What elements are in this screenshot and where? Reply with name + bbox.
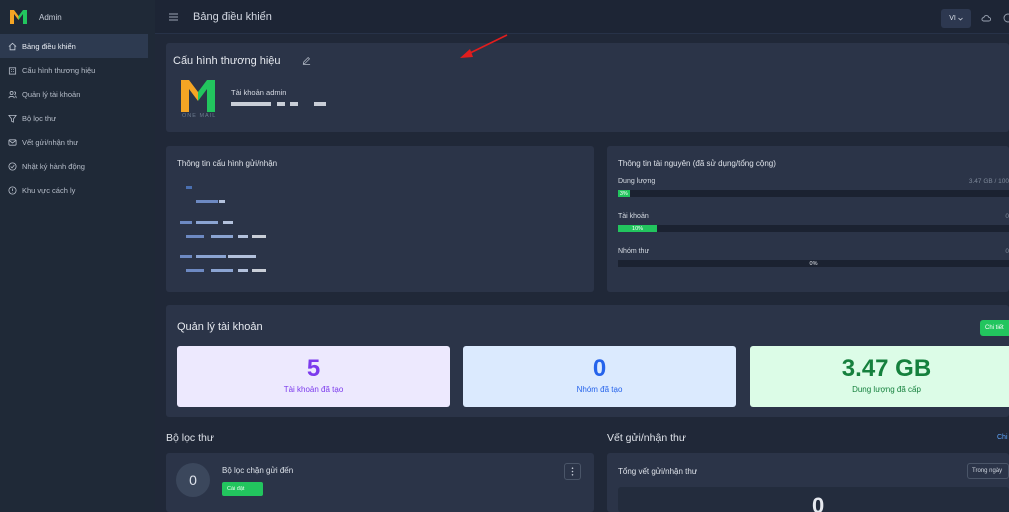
activity-icon	[8, 161, 17, 171]
stat-value: 5	[306, 355, 321, 382]
language-select[interactable]: VI	[941, 9, 971, 28]
sidebar-item-dashboard[interactable]: Bảng điều khiển	[0, 34, 148, 58]
resource-info-title: Thông tin tài nguyên (đã sử dụng/tổng cộ…	[618, 159, 776, 168]
user-icon[interactable]	[1003, 13, 1009, 23]
mail-trace-card: Tổng vết gửi/nhận thư Trong ngày 0	[607, 453, 1009, 512]
sidebar-item-label: Cấu hình thương hiệu	[22, 65, 96, 75]
sidebar-item-label: Nhật ký hành động	[22, 161, 85, 171]
groups-label: Nhóm thư	[618, 248, 650, 255]
mail-icon	[8, 138, 17, 146]
users-icon	[8, 90, 17, 98]
stat-accounts-created: 5 Tài khoản đã tạo	[177, 346, 450, 407]
mail-filter-heading: Bộ lọc thư	[166, 432, 214, 444]
groups-value: 0	[1005, 248, 1009, 255]
accounts-progress-bar: 10%	[618, 225, 1009, 232]
storage-value: 3.47 GB / 100	[968, 178, 1009, 185]
chevron-down-icon	[958, 17, 963, 20]
brand-config-card: Cấu hình thương hiệu ONE MAIL Tài khoản …	[166, 43, 1009, 132]
sidebar-item-mail-trace[interactable]: Vết gửi/nhận thư	[0, 130, 155, 154]
shield-icon	[8, 185, 17, 195]
sidebar-item-brand-config[interactable]: Cấu hình thương hiệu	[0, 58, 155, 82]
stat-label: Tài khoản đã tạo	[283, 385, 344, 394]
stat-label: Nhóm đã tạo	[576, 385, 623, 394]
mail-trace-total-panel: 0	[618, 487, 1009, 512]
account-management-card: Quản lý tài khoản Chi tiết 5 Tài khoản đ…	[166, 305, 1009, 417]
admin-account-label: Tài khoản admin	[231, 88, 287, 97]
sidebar-item-label: Vết gửi/nhận thư	[22, 137, 79, 147]
mail-trace-detail-link[interactable]: Chi	[997, 434, 1008, 441]
language-value: VI	[949, 15, 956, 22]
mail-trace-total-value: 0	[812, 493, 825, 512]
building-icon	[8, 66, 17, 75]
stat-storage-allocated: 3.47 GB Dung lượng đã cấp	[750, 346, 1009, 407]
more-options-button[interactable]	[564, 463, 581, 480]
annotation-arrow	[460, 34, 508, 58]
logo-caption: ONE MAIL	[182, 113, 217, 119]
mail-filter-card: 0 Bộ lọc chặn gửi đến Cài đặt	[166, 453, 594, 512]
cloud-icon[interactable]	[981, 13, 991, 23]
storage-progress-label: 3%	[619, 190, 628, 197]
storage-progress-bar: 3%	[618, 190, 1009, 197]
accounts-value: 0	[1005, 213, 1009, 220]
onemail-logo	[181, 80, 215, 112]
config-info-card: Thông tin cấu hình gửi/nhận	[166, 146, 594, 292]
groups-progress-label: 0%	[809, 260, 818, 267]
sidebar-item-label: Bộ lọc thư	[22, 113, 57, 123]
brand-config-title: Cấu hình thương hiệu	[173, 55, 281, 67]
resource-info-card: Thông tin tài nguyên (đã sử dụng/tổng cộ…	[607, 146, 1009, 292]
account-management-title: Quản lý tài khoản	[177, 321, 263, 333]
filter-count-badge: 0	[176, 463, 210, 497]
stat-value: 0	[592, 355, 607, 382]
config-info-title: Thông tin cấu hình gửi/nhận	[177, 159, 278, 168]
stat-label: Dung lượng đã cấp	[852, 385, 921, 394]
period-select[interactable]: Trong ngày	[967, 463, 1009, 479]
filter-name: Bộ lọc chặn gửi đến	[222, 466, 294, 475]
filter-icon	[8, 114, 17, 123]
mail-trace-heading: Vết gửi/nhận thư	[607, 432, 686, 444]
main-content: Bảng điều khiển VI Cấu hình thương hiệu …	[155, 0, 1009, 512]
sidebar-item-label: Quản lý tài khoản	[22, 89, 81, 99]
accounts-label: Tài khoản	[618, 213, 649, 220]
storage-label: Dung lượng	[618, 178, 656, 185]
sidebar: Admin Bảng điều khiển Cấu hình thương hi…	[0, 0, 155, 512]
menu-toggle-button[interactable]	[167, 11, 179, 23]
stat-value: 3.47 GB	[841, 355, 932, 382]
detail-button[interactable]: Chi tiết	[980, 320, 1009, 336]
brand-label: Admin	[39, 12, 62, 22]
onemail-logo-icon	[10, 10, 27, 24]
stat-groups-created: 0 Nhóm đã tạo	[463, 346, 736, 407]
accounts-progress-label: 10%	[632, 225, 644, 232]
sidebar-nav: Bảng điều khiển Cấu hình thương hiệu Quả…	[0, 34, 155, 202]
storage-progress-fill: 3%	[618, 190, 630, 197]
edit-icon[interactable]	[302, 56, 311, 65]
groups-progress-bar: 0%	[618, 260, 1009, 267]
sidebar-item-label: Khu vực cách ly	[22, 185, 76, 195]
topbar: Bảng điều khiển VI	[155, 0, 1009, 34]
accounts-progress-fill: 10%	[618, 225, 658, 232]
home-icon	[8, 42, 17, 50]
filter-settings-button[interactable]: Cài đặt	[222, 482, 263, 496]
sidebar-item-account-management[interactable]: Quản lý tài khoản	[0, 82, 155, 106]
sidebar-item-mail-filter[interactable]: Bộ lọc thư	[0, 106, 155, 130]
sidebar-item-action-log[interactable]: Nhật ký hành động	[0, 154, 155, 178]
page-title: Bảng điều khiển	[193, 10, 272, 23]
sidebar-item-label: Bảng điều khiển	[22, 41, 76, 51]
hamburger-icon	[168, 13, 178, 20]
mail-trace-total-title: Tổng vết gửi/nhận thư	[618, 467, 698, 476]
sidebar-item-quarantine[interactable]: Khu vực cách ly	[0, 178, 155, 202]
kebab-icon	[571, 467, 574, 476]
brand[interactable]: Admin	[0, 0, 155, 34]
